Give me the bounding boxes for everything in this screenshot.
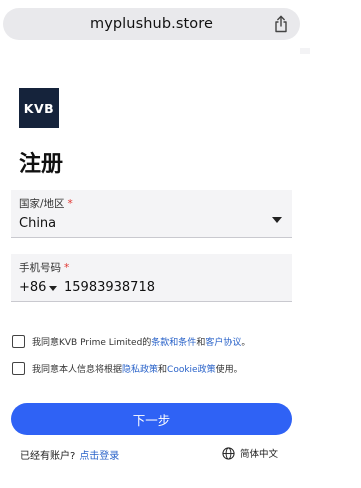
required-mark: * (67, 198, 73, 210)
country-label-text: 国家/地区 (19, 198, 65, 210)
terms-link[interactable]: 条款和条件 (151, 335, 196, 348)
have-account-text: 已经有账户? (20, 451, 76, 462)
privacy-checkbox[interactable] (12, 362, 25, 375)
privacy-prefix: 我同意本人信息将根据 (32, 365, 123, 375)
page-title: 注册 (19, 152, 64, 177)
privacy-policy-link[interactable]: 隐私政策 (122, 362, 158, 375)
privacy-suffix: 使用。 (215, 365, 243, 375)
login-link[interactable]: 点击登录 (79, 451, 119, 462)
country-code-select[interactable]: +86 (19, 280, 58, 295)
logo-text: KVB (23, 100, 55, 116)
login-prompt: 已经有账户? 点击登录 (20, 447, 119, 462)
globe-icon[interactable] (222, 446, 235, 460)
privacy-agreement: 我同意本人信息将根据 隐私政策和 Cookie政策 使用。 (12, 362, 243, 375)
phone-label: 手机号码 * (19, 260, 69, 275)
terms-agreement: 我同意KVB Prime Limited的 条款和条件和客户协议。 (12, 335, 250, 348)
kvb-logo: KVB (19, 88, 59, 128)
country-value[interactable]: China (19, 216, 56, 231)
language-selector[interactable]: 简体中文 (222, 446, 278, 460)
language-label[interactable]: 简体中文 (240, 446, 278, 460)
next-button-label: 下一步 (132, 412, 171, 428)
country-code-caret-icon[interactable] (49, 285, 58, 291)
share-icon[interactable] (273, 15, 289, 33)
cookie-policy-link[interactable]: Cookie政策 (167, 362, 216, 375)
phone-field[interactable]: 手机号码 * +86 15983938718 (11, 254, 292, 302)
country-label: 国家/地区 * (19, 196, 73, 211)
terms-suffix: 。 (241, 338, 251, 348)
country-select[interactable]: 国家/地区 * China (11, 190, 292, 238)
required-mark: * (64, 262, 70, 274)
address-bar[interactable]: myplushub.store (3, 8, 300, 40)
phone-label-text: 手机号码 (19, 262, 61, 274)
terms-middle: 和 (196, 338, 206, 348)
client-agreement-link[interactable]: 客户协议 (205, 335, 241, 348)
country-code[interactable]: +86 (19, 280, 46, 295)
chevron-down-icon[interactable] (272, 217, 282, 223)
next-button[interactable]: 下一步 (11, 403, 292, 435)
terms-checkbox[interactable] (12, 335, 25, 348)
url-text[interactable]: myplushub.store (90, 16, 213, 32)
privacy-middle: 和 (158, 365, 168, 375)
page-edge (300, 48, 310, 54)
phone-input[interactable]: 15983938718 (64, 280, 155, 295)
terms-prefix: 我同意KVB Prime Limited的 (32, 338, 152, 348)
